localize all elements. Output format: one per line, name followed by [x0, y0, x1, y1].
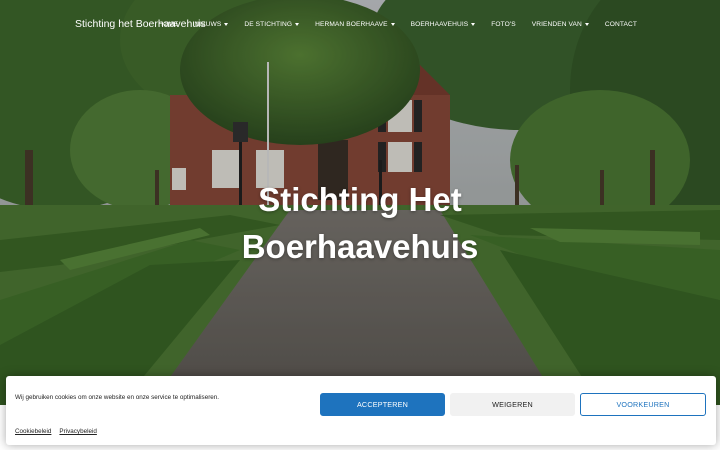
hero-title: Stichting Het Boerhaavehuis	[0, 176, 720, 270]
main-nav: HOME NIEUWS DE STICHTING HERMAN BOERHAAV…	[158, 21, 637, 28]
caret-down-icon	[390, 23, 395, 26]
deny-cookies-button[interactable]: WEIGEREN	[450, 393, 575, 416]
nav-item-label: NIEUWS	[194, 21, 222, 28]
nav-item-label: BOERHAAVEHUIS	[410, 21, 469, 28]
nav-item-herman-boerhaave[interactable]: HERMAN BOERHAAVE	[315, 21, 395, 28]
caret-down-icon	[295, 23, 300, 26]
caret-down-icon	[471, 23, 476, 26]
nav-item-label: HOME	[158, 21, 179, 28]
cookie-consent-banner: Wij gebruiken cookies om onze website en…	[6, 376, 716, 445]
cookie-message: Wij gebruiken cookies om onze website en…	[15, 394, 220, 401]
cookie-policy-link[interactable]: Cookiebeleid	[15, 428, 51, 435]
caret-down-icon	[584, 23, 589, 26]
nav-item-vrienden-van[interactable]: VRIENDEN VAN	[532, 21, 589, 28]
nav-item-label: CONTACT	[604, 21, 637, 28]
nav-item-fotos[interactable]: FOTO'S	[491, 21, 515, 28]
cookie-policy-links: Cookiebeleid Privacybeleid	[15, 428, 97, 435]
privacy-policy-link[interactable]: Privacybeleid	[59, 428, 96, 435]
hero-title-line-2: Boerhaavehuis	[241, 228, 479, 265]
nav-item-label: DE STICHTING	[244, 21, 293, 28]
nav-item-home[interactable]: HOME	[158, 21, 178, 28]
nav-item-label: HERMAN BOERHAAVE	[315, 21, 388, 28]
nav-item-boerhaavehuis[interactable]: BOERHAAVEHUIS	[411, 21, 476, 28]
hero-section: Stichting het Boerhaavehuis HOME NIEUWS …	[0, 0, 720, 405]
nav-item-label: FOTO'S	[491, 21, 516, 28]
nav-item-de-stichting[interactable]: DE STICHTING	[244, 21, 300, 28]
accept-cookies-button[interactable]: ACCEPTEREN	[320, 393, 445, 416]
nav-item-nieuws[interactable]: NIEUWS	[194, 21, 229, 28]
caret-down-icon	[224, 23, 229, 26]
nav-item-contact[interactable]: CONTACT	[605, 21, 637, 28]
top-navbar: Stichting het Boerhaavehuis HOME NIEUWS …	[0, 0, 720, 52]
hero-title-line-1: Stichting Het	[258, 181, 462, 218]
cookie-preferences-button[interactable]: VOORKEUREN	[580, 393, 706, 416]
nav-item-label: VRIENDEN VAN	[531, 21, 582, 28]
